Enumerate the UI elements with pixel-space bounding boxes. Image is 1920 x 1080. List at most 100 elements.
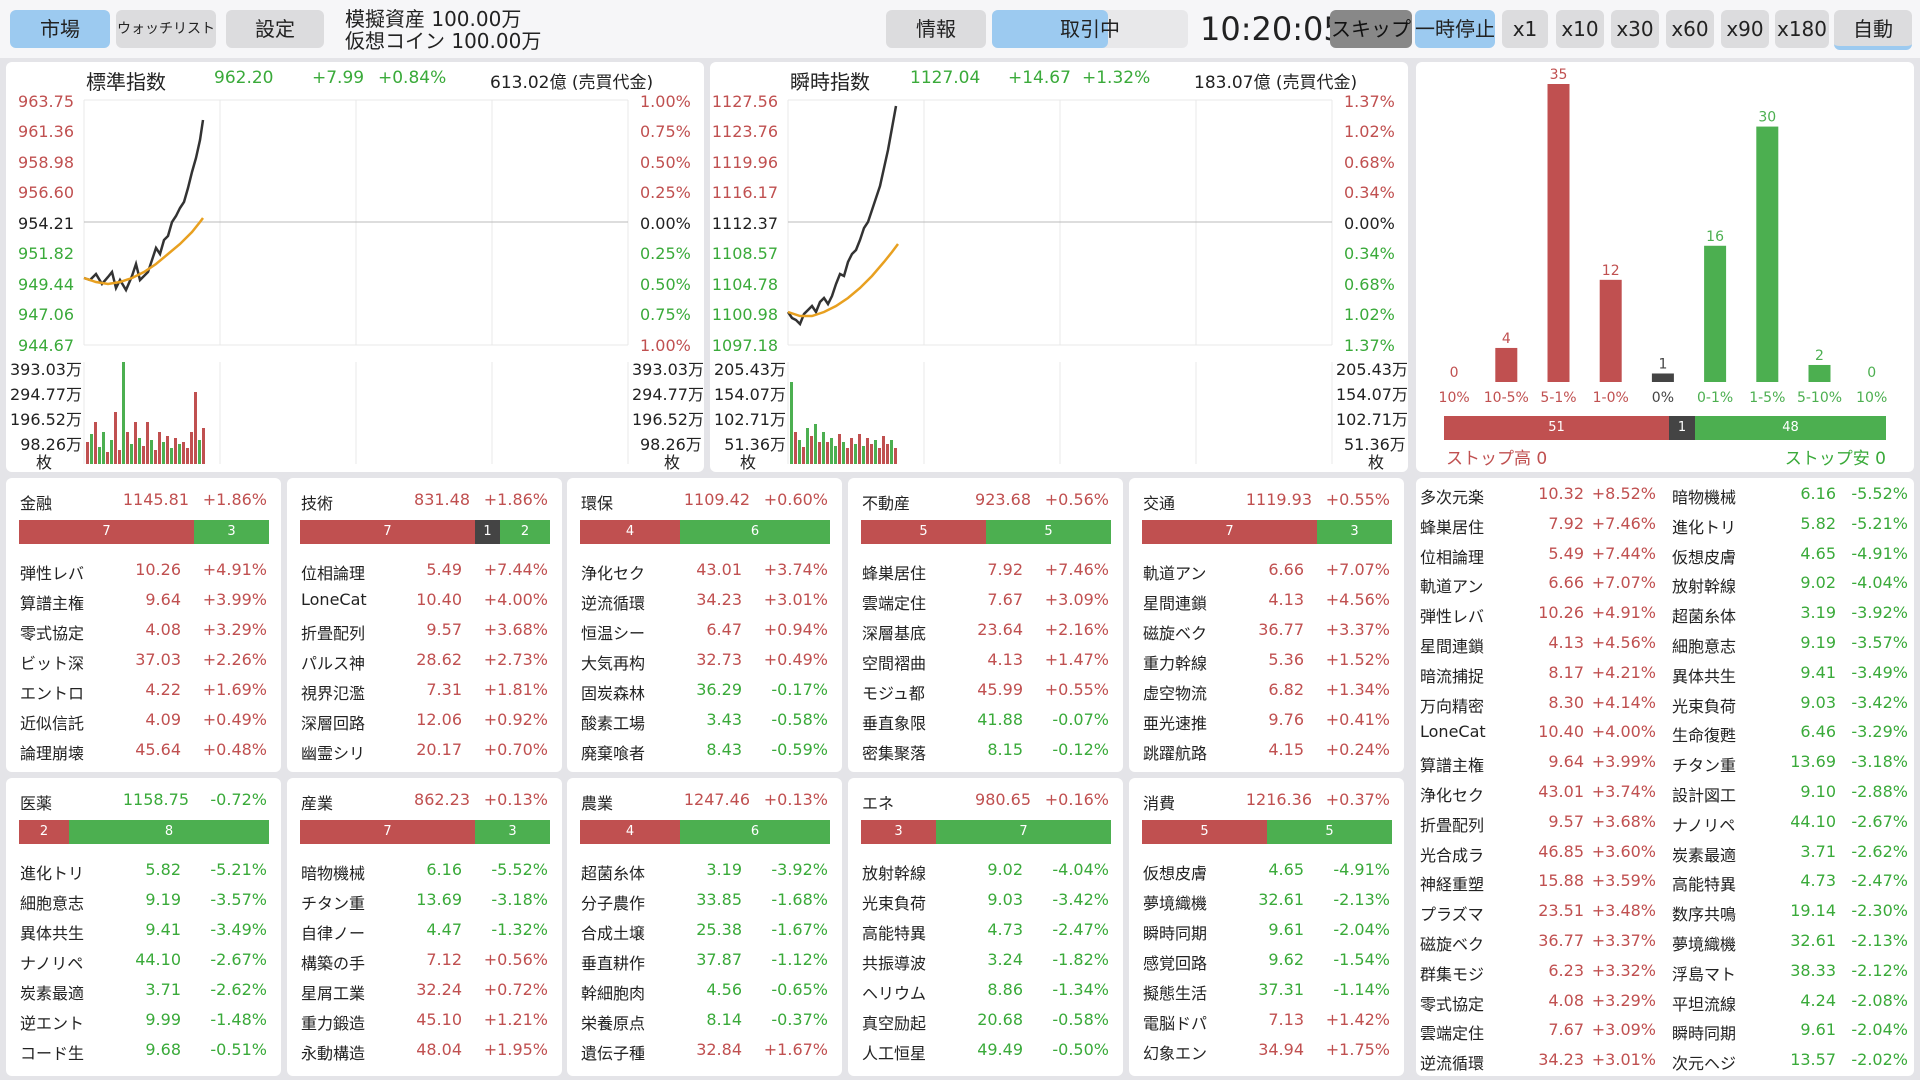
stock-name[interactable]: 空間褶曲: [862, 650, 926, 674]
ranking-stock-name[interactable]: 夢境織機: [1672, 931, 1736, 955]
auto-button[interactable]: 自動: [1834, 10, 1912, 50]
stock-name[interactable]: 栄養原点: [581, 1010, 645, 1034]
stock-name[interactable]: 合成土壌: [581, 920, 645, 944]
stock-name[interactable]: 軌道アン: [1143, 560, 1206, 584]
stock-name[interactable]: 夢境織機: [1143, 890, 1207, 914]
sector-name[interactable]: 産業: [301, 790, 333, 814]
ranking-stock-name[interactable]: 光束負荷: [1672, 693, 1736, 717]
skip-button[interactable]: スキップ: [1330, 10, 1412, 48]
ranking-stock-name[interactable]: 設計図工: [1672, 782, 1736, 806]
sector-name[interactable]: エネ: [862, 790, 894, 814]
info-button[interactable]: 情報: [886, 10, 986, 48]
stock-name[interactable]: 星間連鎖: [1143, 590, 1207, 614]
trading-status[interactable]: 取引中: [992, 10, 1188, 48]
stock-name[interactable]: 恒温シー: [581, 620, 645, 644]
ranking-stock-name[interactable]: 高能特異: [1672, 871, 1736, 895]
stock-name[interactable]: 幽霊シリ: [301, 740, 365, 764]
ranking-stock-name[interactable]: 弾性レバ: [1420, 603, 1484, 627]
ranking-stock-name[interactable]: 位相論理: [1420, 544, 1484, 568]
stock-name[interactable]: 雲端定住: [862, 590, 926, 614]
tab-settings[interactable]: 設定: [226, 10, 324, 48]
stock-name[interactable]: 深層回路: [301, 710, 365, 734]
stock-name[interactable]: ヘリウム: [862, 980, 926, 1004]
stock-name[interactable]: 擬態生活: [1143, 980, 1207, 1004]
ranking-stock-name[interactable]: 細胞意志: [1672, 633, 1736, 657]
sector-name[interactable]: 金融: [20, 490, 52, 514]
ranking-stock-name[interactable]: 仮想皮膚: [1672, 544, 1736, 568]
ranking-stock-name[interactable]: 光合成ラ: [1420, 842, 1484, 866]
ranking-stock-name[interactable]: 超菌糸体: [1672, 603, 1736, 627]
stock-name[interactable]: 細胞意志: [20, 890, 84, 914]
stock-name[interactable]: 光束負荷: [862, 890, 926, 914]
ranking-stock-name[interactable]: 次元ヘジ: [1672, 1050, 1736, 1074]
ranking-stock-name[interactable]: 暗物機械: [1672, 484, 1736, 508]
ranking-stock-name[interactable]: 蜂巣居住: [1420, 514, 1484, 538]
stock-name[interactable]: 幻象エン: [1143, 1040, 1207, 1064]
sector-name[interactable]: 環保: [581, 490, 613, 514]
speed-x1-button[interactable]: x1: [1502, 10, 1548, 48]
stock-name[interactable]: 仮想皮膚: [1143, 860, 1207, 884]
ranking-stock-name[interactable]: 平坦流線: [1672, 991, 1736, 1015]
stock-name[interactable]: 構築の手: [301, 950, 365, 974]
stock-name[interactable]: 固炭森林: [581, 680, 645, 704]
ranking-stock-name[interactable]: チタン重: [1672, 752, 1736, 776]
ranking-stock-name[interactable]: 万向精密: [1420, 693, 1484, 717]
stock-name[interactable]: 磁旋ベク: [1143, 620, 1207, 644]
stock-name[interactable]: 折畳配列: [301, 620, 365, 644]
stock-name[interactable]: 瞬時同期: [1143, 920, 1207, 944]
stock-name[interactable]: 超菌糸体: [581, 860, 645, 884]
stock-name[interactable]: チタン重: [301, 890, 365, 914]
ranking-stock-name[interactable]: 生命復甦: [1672, 722, 1736, 746]
ranking-stock-name[interactable]: 異体共生: [1672, 663, 1736, 687]
stock-name[interactable]: 浄化セク: [581, 560, 645, 584]
tab-watchlist[interactable]: ウォッチリスト: [116, 10, 216, 48]
speed-x180-button[interactable]: x180: [1775, 10, 1829, 48]
stock-name[interactable]: 酸素工場: [581, 710, 645, 734]
stock-name[interactable]: LoneCat: [301, 590, 367, 609]
speed-x10-button[interactable]: x10: [1556, 10, 1604, 48]
stock-name[interactable]: 位相論理: [301, 560, 365, 584]
stock-name[interactable]: 感覚回路: [1143, 950, 1207, 974]
stock-name[interactable]: モジュ都: [862, 680, 925, 704]
stock-name[interactable]: 密集聚落: [862, 740, 926, 764]
ranking-stock-name[interactable]: 暗流捕捉: [1420, 663, 1484, 687]
stock-name[interactable]: 重力鍛造: [301, 1010, 365, 1034]
stock-name[interactable]: 高能特異: [862, 920, 926, 944]
stock-name[interactable]: 大気再构: [581, 650, 645, 674]
stock-name[interactable]: 蜂巣居住: [862, 560, 926, 584]
stock-name[interactable]: パルス神: [301, 650, 365, 674]
stock-name[interactable]: 亜光速推: [1143, 710, 1207, 734]
ranking-stock-name[interactable]: 軌道アン: [1420, 573, 1483, 597]
ranking-stock-name[interactable]: 進化トリ: [1672, 514, 1736, 538]
sector-name[interactable]: 農業: [581, 790, 613, 814]
ranking-stock-name[interactable]: ナノリペ: [1672, 812, 1735, 836]
ranking-stock-name[interactable]: 多次元楽: [1420, 484, 1484, 508]
tab-market[interactable]: 市場: [10, 10, 110, 48]
ranking-stock-name[interactable]: 浮島マト: [1672, 961, 1736, 985]
ranking-stock-name[interactable]: 放射幹線: [1672, 573, 1736, 597]
sector-name[interactable]: 技術: [301, 490, 333, 514]
ranking-stock-name[interactable]: 星間連鎖: [1420, 633, 1484, 657]
stock-name[interactable]: ビット深: [20, 650, 84, 674]
stock-name[interactable]: 零式協定: [20, 620, 84, 644]
sector-name[interactable]: 消費: [1143, 790, 1175, 814]
stock-name[interactable]: 共振導波: [862, 950, 926, 974]
ranking-stock-name[interactable]: 炭素最適: [1672, 842, 1736, 866]
stock-name[interactable]: 星屑工業: [301, 980, 365, 1004]
stock-name[interactable]: 放射幹線: [862, 860, 926, 884]
ranking-stock-name[interactable]: LoneCat: [1420, 722, 1486, 741]
stock-name[interactable]: コード生: [20, 1040, 84, 1064]
ranking-stock-name[interactable]: 算譜主権: [1420, 752, 1484, 776]
speed-x60-button[interactable]: x60: [1666, 10, 1714, 48]
stock-name[interactable]: 自律ノー: [301, 920, 365, 944]
ranking-stock-name[interactable]: 数序共鳴: [1672, 901, 1736, 925]
stock-name[interactable]: 幹細胞肉: [581, 980, 645, 1004]
speed-x30-button[interactable]: x30: [1611, 10, 1659, 48]
ranking-stock-name[interactable]: 瞬時同期: [1672, 1020, 1736, 1044]
ranking-stock-name[interactable]: 折畳配列: [1420, 812, 1484, 836]
stock-name[interactable]: 人工恒星: [862, 1040, 926, 1064]
ranking-stock-name[interactable]: 神経重塑: [1420, 871, 1484, 895]
stock-name[interactable]: ナノリペ: [20, 950, 83, 974]
ranking-stock-name[interactable]: 群集モジ: [1420, 961, 1484, 985]
stock-name[interactable]: 分子農作: [581, 890, 645, 914]
